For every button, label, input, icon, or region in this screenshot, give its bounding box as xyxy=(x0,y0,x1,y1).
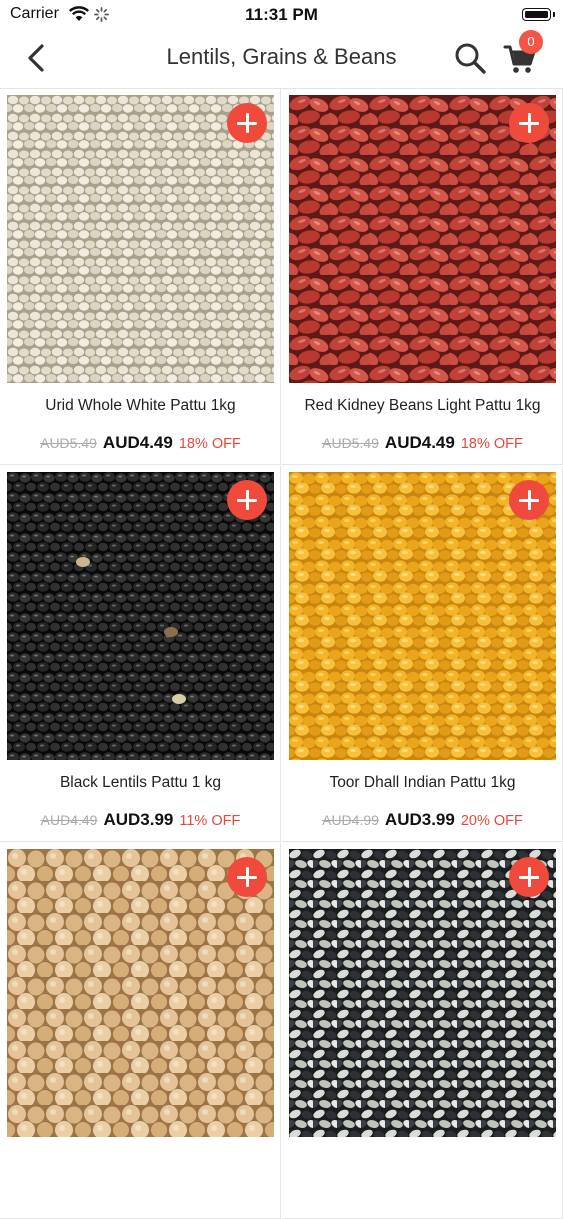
discount-label: 20% OFF xyxy=(460,813,523,829)
product-name: Urid Whole White Pattu 1kg xyxy=(45,397,236,414)
cart-count-badge: 0 xyxy=(519,30,543,54)
sale-price: AUD3.99 xyxy=(103,810,174,829)
product-prices xyxy=(282,1187,562,1207)
product-prices: AUD4.99 AUD3.99 20% OFF xyxy=(282,810,562,830)
add-to-cart-button[interactable] xyxy=(509,857,549,897)
product-card[interactable]: Urid Whole White Pattu 1kg AUD5.49 AUD4.4… xyxy=(0,89,281,465)
sale-price: AUD3.99 xyxy=(384,810,455,829)
status-time: 11:31 PM xyxy=(245,5,318,24)
product-name: Black Lentils Pattu 1 kg xyxy=(59,774,222,791)
product-prices: AUD4.49 AUD3.99 11% OFF xyxy=(0,810,280,830)
original-price: AUD4.99 xyxy=(322,812,379,828)
product-prices xyxy=(0,1187,280,1207)
add-to-cart-button[interactable] xyxy=(509,480,549,520)
discount-label: 11% OFF xyxy=(179,813,241,829)
add-to-cart-button[interactable] xyxy=(227,480,267,520)
original-price: AUD5.49 xyxy=(40,435,97,451)
product-name: Toor Dhall Indian Pattu 1kg xyxy=(329,774,516,791)
original-price: AUD5.49 xyxy=(322,435,379,451)
status-bar: Carrier 11:31 PM xyxy=(0,0,563,30)
product-card[interactable] xyxy=(0,843,281,1219)
product-card[interactable] xyxy=(282,843,563,1219)
product-grid: Urid Whole White Pattu 1kg AUD5.49 AUD4.4… xyxy=(0,88,563,1219)
discount-label: 18% OFF xyxy=(460,436,523,452)
battery-icon xyxy=(522,8,555,21)
product-card[interactable]: Red Kidney Beans Light Pattu 1kg AUD5.49… xyxy=(282,89,563,465)
add-to-cart-button[interactable] xyxy=(509,103,549,143)
add-to-cart-button[interactable] xyxy=(227,103,267,143)
product-prices: AUD5.49 AUD4.49 18% OFF xyxy=(0,433,280,453)
discount-label: 18% OFF xyxy=(178,436,241,452)
product-card[interactable]: Toor Dhall Indian Pattu 1kg AUD4.99 AUD3.… xyxy=(282,466,563,842)
sale-price: AUD4.49 xyxy=(102,433,173,452)
navigation-bar: Lentils, Grains & Beans 0 xyxy=(0,30,563,86)
product-prices: AUD5.49 AUD4.49 18% OFF xyxy=(282,433,562,453)
product-card[interactable]: Black Lentils Pattu 1 kg AUD4.49 AUD3.99 1… xyxy=(0,466,281,842)
original-price: AUD4.49 xyxy=(40,812,98,828)
sale-price: AUD4.49 xyxy=(384,433,455,452)
add-to-cart-button[interactable] xyxy=(227,857,267,897)
search-icon[interactable] xyxy=(453,41,487,75)
product-name: Red Kidney Beans Light Pattu 1kg xyxy=(304,397,541,414)
